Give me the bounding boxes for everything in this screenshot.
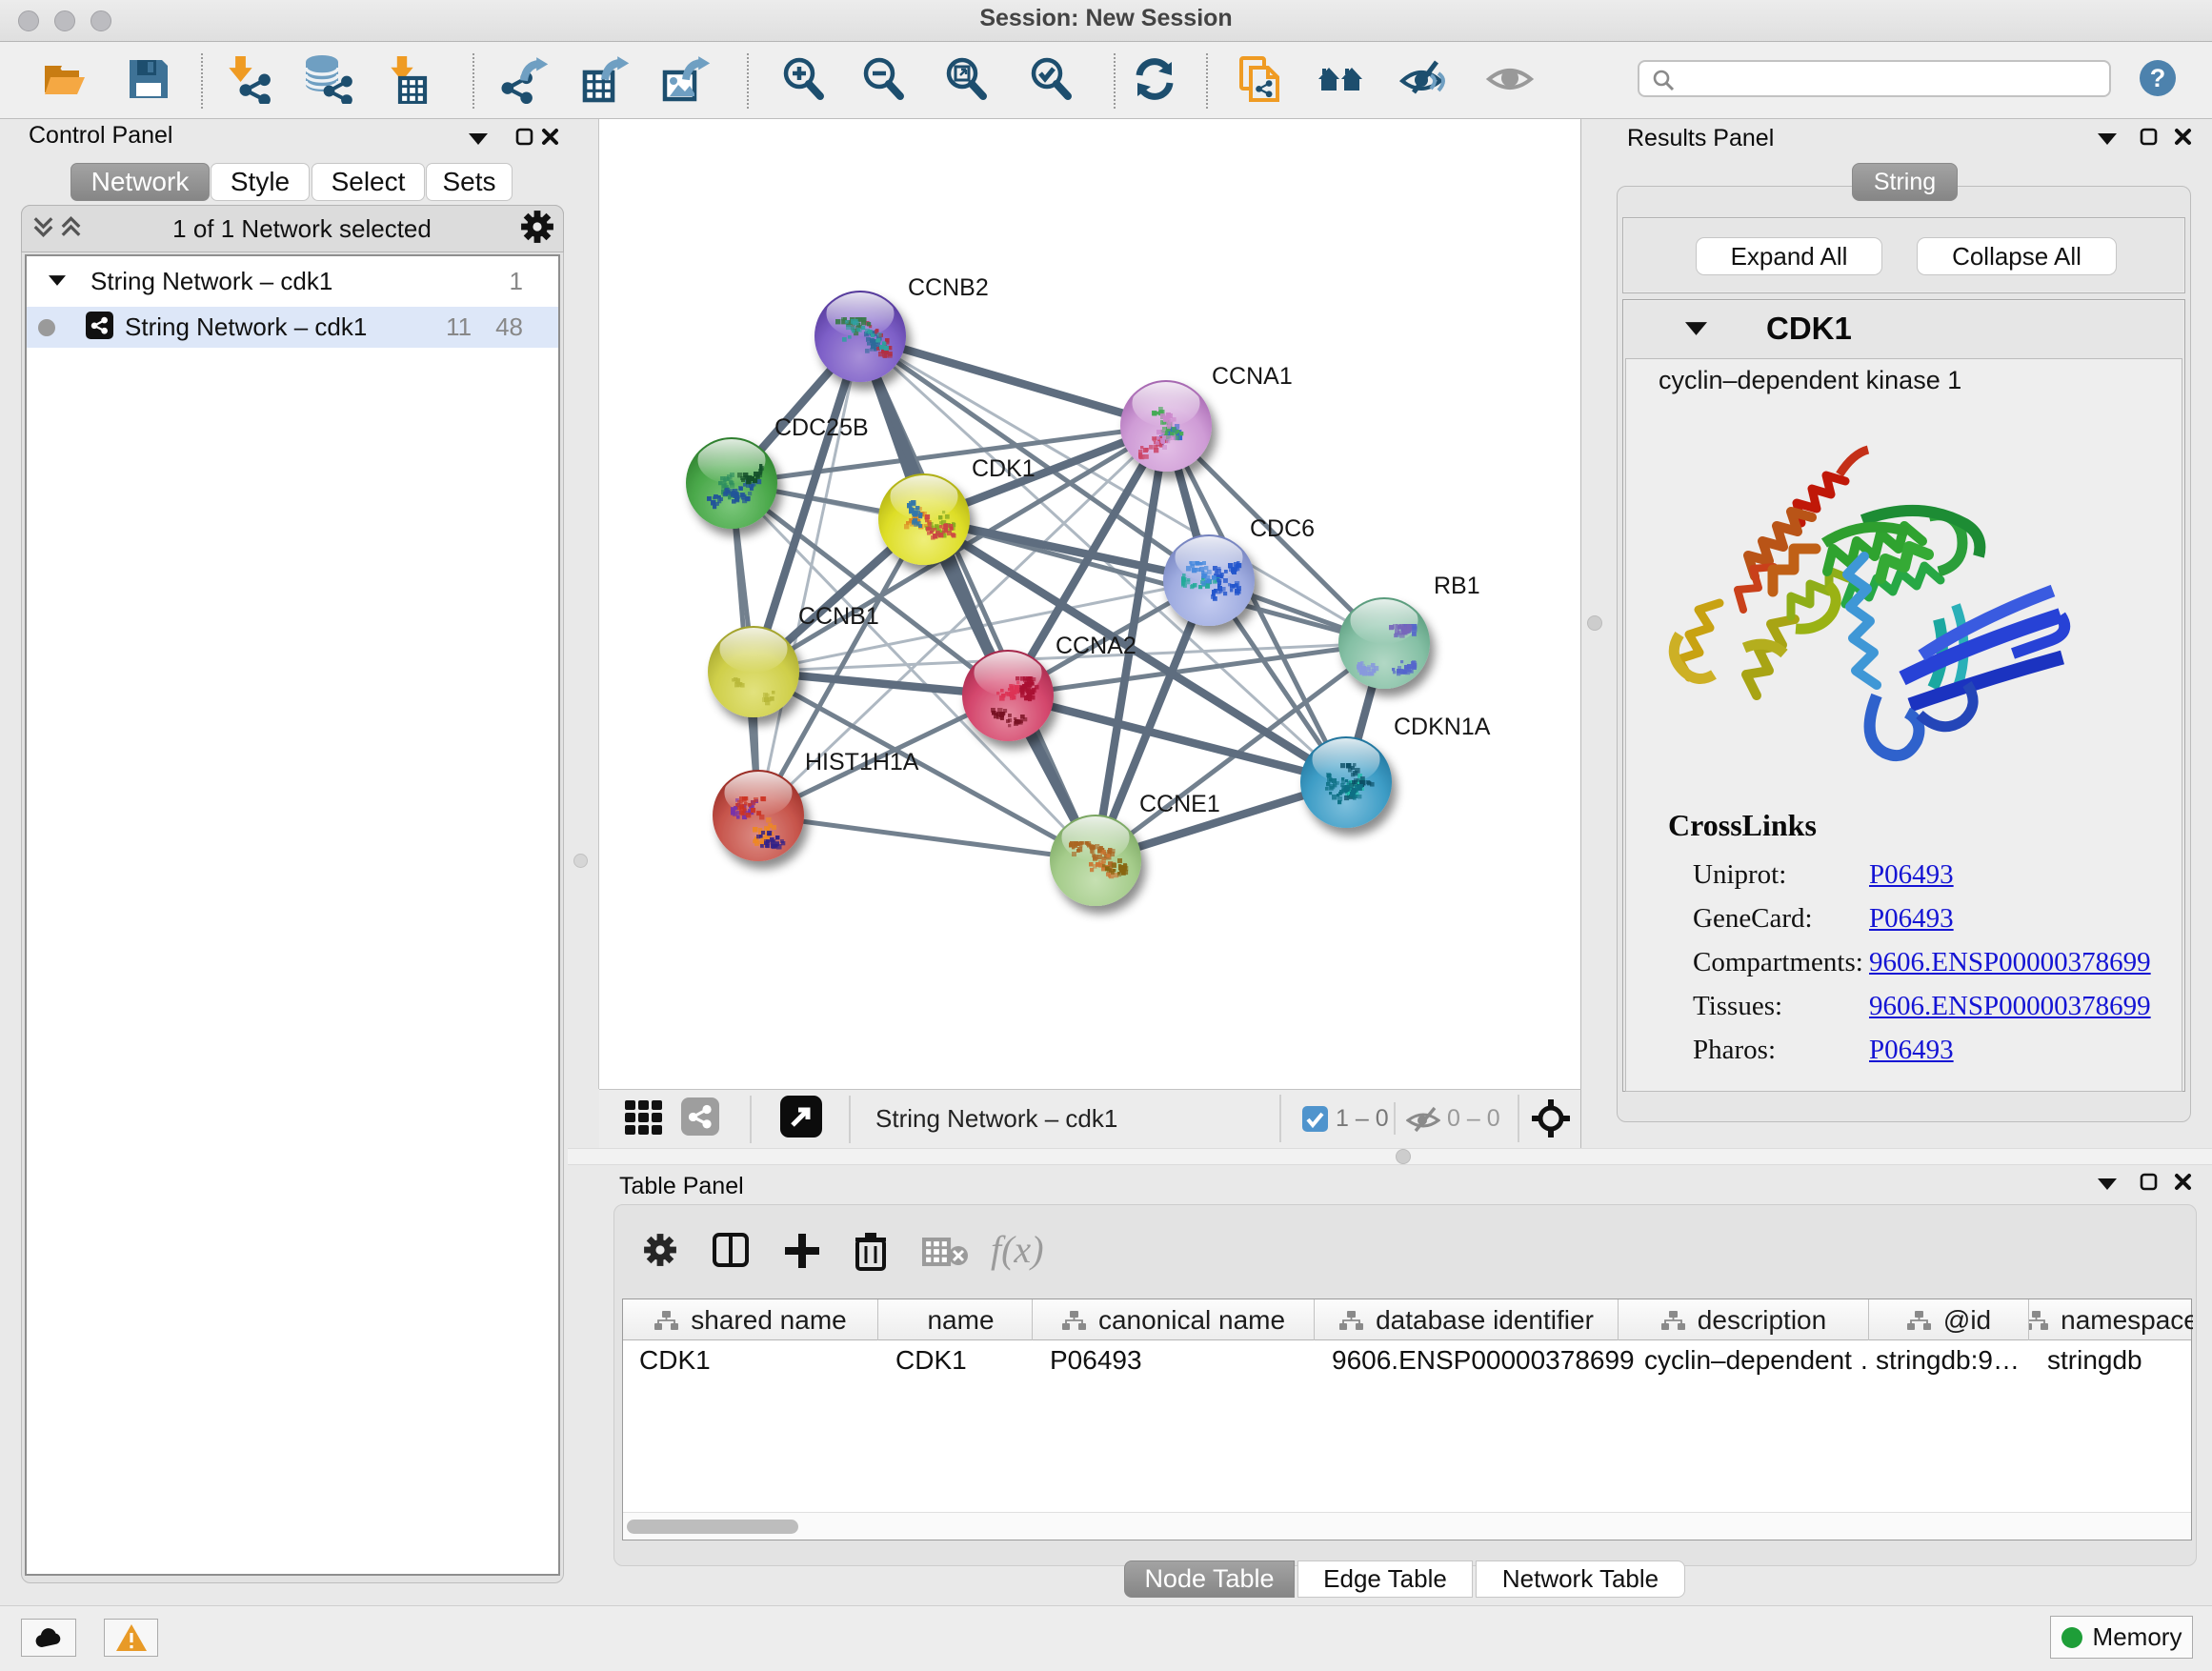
svg-text:RB1: RB1 [1434,573,1480,599]
svg-text:CCNB1: CCNB1 [798,603,879,630]
svg-text:CCNA1: CCNA1 [1212,363,1293,390]
svg-text:HIST1H1A: HIST1H1A [805,749,919,775]
svg-text:CCNA2: CCNA2 [1056,633,1136,659]
svg-text:CDKN1A: CDKN1A [1394,714,1491,740]
svg-text:CDK1: CDK1 [972,455,1036,482]
svg-text:CDC6: CDC6 [1250,515,1315,542]
svg-text:CCNE1: CCNE1 [1139,791,1220,817]
svg-text:CDC25B: CDC25B [774,414,869,441]
svg-text:CCNB2: CCNB2 [908,274,989,301]
